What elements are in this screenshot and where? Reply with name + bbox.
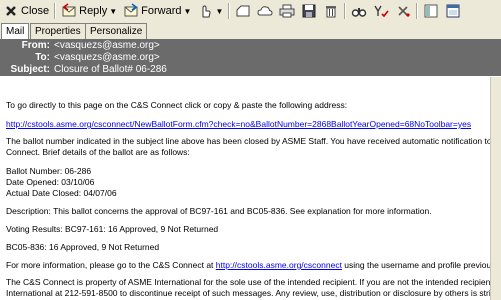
bc05-results: BC05-836: 16 Approved, 9 Not Returned	[6, 242, 160, 252]
forward-button[interactable]: Forward ▼	[120, 1, 194, 21]
tab-mail[interactable]: Mail	[1, 23, 30, 40]
voting-results: Voting Results: BC97-161: 16 Approved, 9…	[6, 224, 219, 234]
message-header: From: <vasquezs@asme.org> To: <vasquezs@…	[0, 39, 501, 76]
more-info-prefix: For more information, please go to the C…	[6, 260, 216, 270]
vertical-scrollbar[interactable]	[490, 77, 501, 300]
actions-dropdown-icon[interactable]: ▼	[215, 7, 223, 16]
view-preview-button[interactable]	[442, 1, 464, 21]
toolbar-separator	[54, 3, 57, 19]
actions-button[interactable]: ▼	[194, 1, 226, 21]
from-label: From:	[21, 40, 50, 51]
view-list-button[interactable]	[420, 1, 442, 21]
forward-dropdown-icon[interactable]: ▼	[184, 7, 192, 16]
spell-check-icon	[373, 3, 389, 19]
toolbar-separator	[416, 3, 419, 19]
forward-label: Forward	[141, 5, 182, 17]
hand-pointer-icon	[197, 3, 213, 19]
reply-dropdown-icon[interactable]: ▼	[109, 7, 117, 16]
reply-label: Reply	[79, 5, 108, 17]
close-label: Close	[21, 5, 50, 17]
close-icon	[3, 3, 19, 19]
tab-personalize[interactable]: Personalize	[85, 23, 148, 39]
reply-button[interactable]: Reply ▼	[58, 1, 120, 21]
cloud-icon	[257, 3, 273, 19]
floppy-disk-icon	[301, 3, 317, 19]
closed-text-line1: The ballot number indicated in the subje…	[6, 136, 491, 146]
printer-icon	[279, 3, 295, 19]
binoculars-icon	[351, 3, 367, 19]
property-notice-line1: The C&S Connect is property of ASME Inte…	[6, 277, 491, 287]
move-icon	[235, 3, 251, 19]
toolbar-separator	[344, 3, 347, 19]
description: Description: This ballot concerns the ap…	[6, 206, 432, 216]
intro-text: To go directly to this page on the C&S C…	[6, 100, 348, 110]
from-value[interactable]: <vasquezs@asme.org>	[54, 40, 160, 52]
ballot-number: Ballot Number: 06-286	[6, 166, 92, 176]
csconnect-link[interactable]: http://cstools.asme.org/csconnect	[216, 260, 342, 270]
print-button[interactable]	[276, 1, 298, 21]
tab-strip: Mail Properties Personalize	[0, 22, 501, 40]
ballot-form-link[interactable]: http://cstools.asme.org/csconnect/NewBal…	[6, 119, 471, 130]
toolbar: Close Reply ▼ Forward ▼ ▼	[0, 0, 501, 23]
reply-icon	[61, 3, 77, 19]
cloud-button[interactable]	[254, 1, 276, 21]
move-button[interactable]	[232, 1, 254, 21]
save-button[interactable]	[298, 1, 320, 21]
date-opened: Date Opened: 03/10/06	[6, 177, 95, 187]
close-button[interactable]: Close	[0, 1, 52, 21]
more-info-suffix: using the username and profile previousl…	[344, 260, 491, 270]
find-button[interactable]	[348, 1, 370, 21]
to-value[interactable]: <vasquezs@asme.org>	[54, 52, 160, 64]
subject-label: Subject:	[10, 64, 50, 75]
preview-pane-icon	[445, 3, 461, 19]
property-notice-line2: International at 212-591-8500 to discont…	[6, 288, 491, 298]
to-label: To:	[35, 52, 50, 63]
subject-value: Closure of Ballot# 06-286	[54, 64, 167, 75]
forward-icon	[123, 3, 139, 19]
message-body: To go directly to this page on the C&S C…	[0, 77, 491, 300]
delete-button[interactable]	[320, 1, 342, 21]
list-view-icon	[423, 3, 439, 19]
date-closed: Actual Date Closed: 04/07/06	[6, 188, 117, 198]
more-info-line: For more information, please go to the C…	[6, 260, 491, 271]
tools-button[interactable]	[392, 1, 414, 21]
trash-icon	[323, 3, 339, 19]
toolbar-separator	[228, 3, 231, 19]
tab-properties[interactable]: Properties	[30, 23, 86, 39]
closed-text-line2: Connect. Brief details of the ballot are…	[6, 147, 190, 157]
spell-check-button[interactable]	[370, 1, 392, 21]
tools-icon	[395, 3, 411, 19]
